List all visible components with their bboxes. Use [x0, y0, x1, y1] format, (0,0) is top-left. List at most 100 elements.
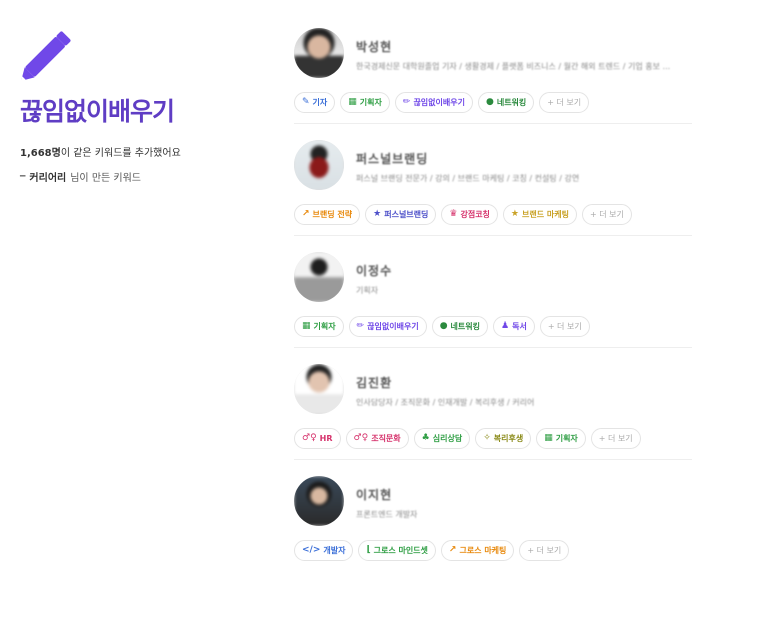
avatar[interactable] — [294, 28, 344, 78]
more-button[interactable]: + 더 보기 — [539, 92, 590, 113]
user-bio: 인사담당자 / 조직문화 / 인재개발 / 복리후생 / 커리어 — [356, 398, 535, 407]
tag-chip[interactable]: ♂♀ HR — [294, 428, 341, 449]
pencil-icon: ✏ — [356, 321, 365, 331]
user-name[interactable]: 퍼스널브랜딩 — [356, 150, 692, 167]
tag-label: 끊임없이배우기 — [413, 98, 465, 107]
tag-label: 기획자 — [313, 322, 336, 331]
keyword-count: 1,668명 — [20, 148, 61, 159]
tag-label: 독서 — [512, 322, 527, 331]
tag-label: 심리상담 — [432, 434, 463, 443]
tag-chip[interactable]: ♂♀ 조직문화 — [345, 428, 409, 449]
more-button[interactable]: + 더 보기 — [519, 540, 570, 561]
user-card[interactable]: 이지현 프론트엔드 개발자 </> 개발자 ⌊ 그로스 마인드셋 ↗ 그로스 마케팅 … — [294, 476, 692, 571]
user-list: 박성현 한국경제신문 대학원졸업 기자 / 생활경제 / 플랫폼 비즈니스 / … — [294, 28, 692, 571]
trend-icon: ↗ — [448, 545, 457, 555]
chart-icon: ⌊ — [366, 545, 371, 555]
tag-list: ✎ 기자 ▦ 기획자 ✏ 끊임없이배우기 ● 네트워킹 + 더 보기 — [294, 92, 692, 113]
user-card[interactable]: 퍼스널브랜딩 퍼스널 브랜딩 전문가 / 강의 / 브랜드 마케팅 / 코칭 /… — [294, 140, 692, 236]
money-icon: ▦ — [544, 433, 553, 443]
more-button[interactable]: + 더 보기 — [539, 316, 590, 337]
tag-chip[interactable]: ↗ 브랜딩 전략 — [294, 204, 361, 225]
tag-chip[interactable]: ✏ 끊임없이배우기 — [394, 92, 473, 113]
trend-icon: ↗ — [302, 209, 310, 219]
user-name[interactable]: 이지현 — [356, 486, 692, 503]
maker-suffix: 님이 만든 키워드 — [70, 173, 141, 184]
people-icon: ♂♀ — [353, 433, 369, 443]
crown-icon: ♛ — [449, 209, 458, 219]
user-card[interactable]: 이정수 기획자 ▦ 기획자 ✏ 끊임없이배우기 ● 네트워킹 ♟ 독서 + 더 보기 — [294, 252, 692, 348]
keyword-maker: ━ 커리어리 님이 만든 키워드 — [20, 169, 260, 185]
money-icon: ▦ — [348, 97, 357, 107]
user-name[interactable]: 김진환 — [356, 374, 692, 391]
tag-label: 퍼스널브랜딩 — [384, 210, 429, 219]
pencil-icon: ✏ — [402, 97, 411, 107]
reading-icon: ♟ — [501, 321, 510, 331]
tag-list: </> 개발자 ⌊ 그로스 마인드셋 ↗ 그로스 마케팅 + 더 보기 — [294, 540, 692, 561]
tag-chip[interactable]: ♟ 독서 — [493, 316, 535, 337]
tag-chip[interactable]: ● 네트워킹 — [431, 316, 488, 337]
pencil-icon — [21, 31, 71, 80]
tag-label: 네트워킹 — [496, 98, 527, 107]
more-button[interactable]: + 더 보기 — [581, 204, 632, 225]
tag-chip[interactable]: ♣ 심리상담 — [413, 428, 471, 449]
tag-label: 기획자 — [359, 98, 382, 107]
tag-chip[interactable]: </> 개발자 — [294, 540, 354, 561]
tag-chip[interactable]: ▦ 기획자 — [340, 92, 390, 113]
chat-icon: ● — [439, 321, 448, 331]
tag-list: ▦ 기획자 ✏ 끊임없이배우기 ● 네트워킹 ♟ 독서 + 더 보기 — [294, 316, 692, 337]
tag-chip[interactable]: ♛ 강점코칭 — [441, 204, 498, 225]
tag-chip[interactable]: ✎ 기자 — [294, 92, 336, 113]
tag-list: ♂♀ HR ♂♀ 조직문화 ♣ 심리상담 ✧ 복리후생 ▦ 기획자 + 더 보기 — [294, 428, 692, 449]
careerly-logo-icon: ━ — [20, 171, 26, 182]
tag-label: HR — [319, 434, 333, 443]
tag-label: 개발자 — [323, 546, 346, 555]
tag-label: 기획자 — [555, 434, 578, 443]
user-card[interactable]: 박성현 한국경제신문 대학원졸업 기자 / 생활경제 / 플랫폼 비즈니스 / … — [294, 28, 692, 124]
avatar[interactable] — [294, 364, 344, 414]
tag-label: 조직문화 — [371, 434, 401, 443]
tag-label: 네트워킹 — [450, 322, 480, 331]
tag-chip[interactable]: ⌊ 그로스 마인드셋 — [358, 540, 436, 561]
user-bio: 기획자 — [356, 286, 379, 295]
tag-label: 기자 — [312, 98, 328, 107]
pen-icon: ✎ — [302, 97, 310, 107]
user-bio: 한국경제신문 대학원졸업 기자 / 생활경제 / 플랫폼 비즈니스 / 월간 해… — [356, 62, 671, 71]
star-icon: ★ — [510, 209, 519, 219]
tag-chip[interactable]: ★ 브랜드 마케팅 — [502, 204, 577, 225]
tag-chip[interactable]: ✏ 끊임없이배우기 — [348, 316, 427, 337]
tag-chip[interactable]: ▦ 기획자 — [536, 428, 586, 449]
tag-chip[interactable]: ● 네트워킹 — [477, 92, 535, 113]
avatar[interactable] — [294, 140, 344, 190]
keyword-count-text: 1,668명이 같은 키워드를 추가했어요 — [20, 144, 260, 159]
user-name[interactable]: 박성현 — [356, 38, 692, 55]
user-card[interactable]: 김진환 인사담당자 / 조직문화 / 인재개발 / 복리후생 / 커리어 ♂♀ H… — [294, 364, 692, 460]
chat-icon: ● — [485, 97, 494, 107]
keyword-count-suffix: 이 같은 키워드를 추가했어요 — [60, 148, 181, 159]
tag-label: 그로스 마케팅 — [459, 546, 507, 555]
more-button[interactable]: + 더 보기 — [590, 428, 641, 449]
star-icon: ★ — [373, 209, 382, 219]
maker-name[interactable]: 커리어리 — [29, 169, 66, 184]
keyword-title: 끊임없이배우기 — [20, 97, 175, 126]
tree-icon: ♣ — [421, 433, 430, 443]
code-icon: </> — [302, 545, 321, 555]
avatar[interactable] — [294, 476, 344, 526]
people-icon: ♂♀ — [302, 433, 317, 443]
tag-label: 브랜딩 전략 — [312, 210, 353, 219]
tag-chip[interactable]: ▦ 기획자 — [294, 316, 344, 337]
user-name[interactable]: 이정수 — [356, 262, 692, 279]
user-bio: 프론트엔드 개발자 — [356, 510, 418, 519]
wand-icon: ✧ — [483, 433, 491, 443]
tag-label: 브랜드 마케팅 — [522, 210, 569, 219]
tag-chip[interactable]: ★ 퍼스널브랜딩 — [365, 204, 437, 225]
tag-list: ↗ 브랜딩 전략 ★ 퍼스널브랜딩 ♛ 강점코칭 ★ 브랜드 마케팅 + 더 보기 — [294, 204, 692, 225]
tag-label: 그로스 마인드셋 — [373, 546, 428, 555]
money-icon: ▦ — [302, 321, 311, 331]
tag-label: 끊임없이배우기 — [367, 322, 419, 331]
tag-chip[interactable]: ✧ 복리후생 — [475, 428, 532, 449]
tag-label: 복리후생 — [493, 434, 524, 443]
tag-label: 강점코칭 — [460, 210, 490, 219]
tag-chip[interactable]: ↗ 그로스 마케팅 — [440, 540, 515, 561]
avatar[interactable] — [294, 252, 344, 302]
user-bio: 퍼스널 브랜딩 전문가 / 강의 / 브랜드 마케팅 / 코칭 / 컨설팅 / … — [356, 174, 580, 183]
